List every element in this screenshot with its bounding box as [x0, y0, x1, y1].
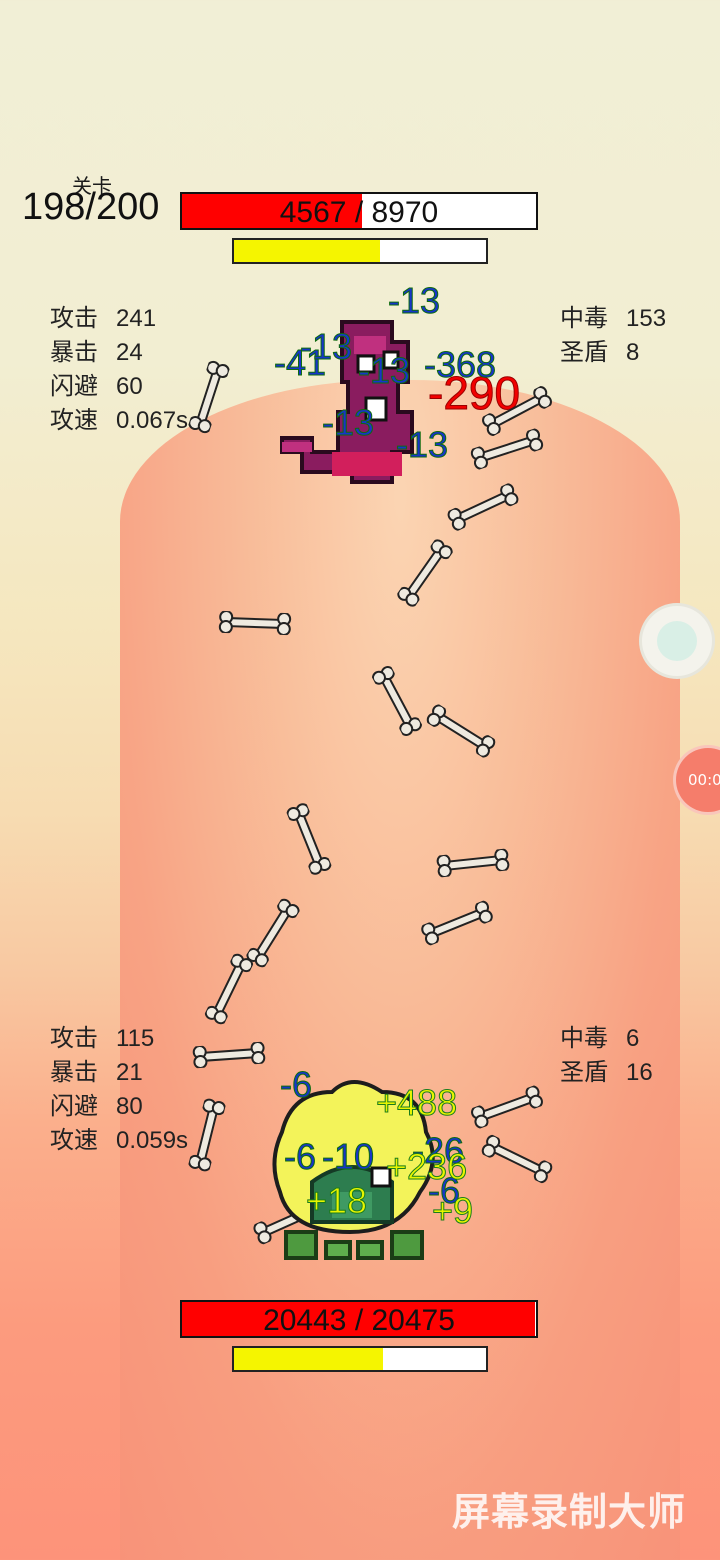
level-counter: 198/200 [22, 186, 160, 228]
damage-number: -13 [387, 280, 441, 322]
bone-icon [218, 610, 292, 636]
player-hp-bar: 20443 / 20475 [180, 1300, 538, 1338]
enemy-stats-left: 攻击 241 暴击 24 闪避 60 攻速 0.067s [50, 302, 188, 438]
enemy-hp-bar: 4567 / 8970 [180, 192, 538, 230]
stat-row: 攻击 115 [50, 1025, 155, 1052]
damage-number: -13 [321, 402, 375, 444]
enemy-energy-bar [232, 238, 488, 264]
stat-row: 圣盾 8 [560, 339, 640, 366]
stat-row: 攻速 0.059s [50, 1127, 189, 1154]
stat-row: 暴击 24 [50, 339, 143, 366]
stat-row: 暴击 21 [50, 1059, 143, 1086]
enemy-stats-right: 中毒 153 圣盾 8 [560, 302, 666, 370]
stat-row: 闪避 60 [50, 373, 143, 400]
damage-number: -13 [357, 350, 411, 392]
sand-hill [120, 380, 680, 1560]
watermark: 屏幕录制大师 [451, 1490, 686, 1534]
player-stats-left: 攻击 115 暴击 21 闪避 80 攻速 0.059s [50, 1022, 188, 1158]
enemy-energy-fill [234, 240, 381, 262]
record-timer[interactable]: 00:0 [676, 748, 720, 812]
recorder-icon [657, 621, 697, 661]
stat-row: 中毒 6 [560, 1025, 640, 1052]
heal-number: +18 [305, 1180, 368, 1222]
player-energy-fill [234, 1348, 383, 1370]
heal-number: +236 [385, 1146, 468, 1188]
stat-row: 闪避 80 [50, 1093, 143, 1120]
stat-row: 圣盾 16 [560, 1059, 653, 1086]
damage-number: -368 [423, 344, 497, 386]
damage-number: -6 [283, 1136, 317, 1178]
stat-row: 中毒 153 [560, 305, 667, 332]
player-hp-text: 20443 / 20475 [263, 1304, 455, 1337]
damage-number: -13 [299, 326, 353, 368]
stat-row: 攻速 0.067s [50, 407, 189, 434]
damage-number: -6 [279, 1064, 313, 1106]
heal-number: +9 [431, 1190, 474, 1232]
player-energy-bar [232, 1346, 488, 1372]
damage-number: -13 [395, 424, 449, 466]
stat-row: 攻击 241 [50, 305, 157, 332]
player-stats-right: 中毒 6 圣盾 16 [560, 1022, 653, 1090]
recorder-float-button[interactable] [642, 606, 712, 676]
enemy-hp-text: 4567 / 8970 [279, 196, 439, 229]
heal-number: +488 [375, 1082, 458, 1124]
damage-number: -10 [321, 1136, 375, 1178]
